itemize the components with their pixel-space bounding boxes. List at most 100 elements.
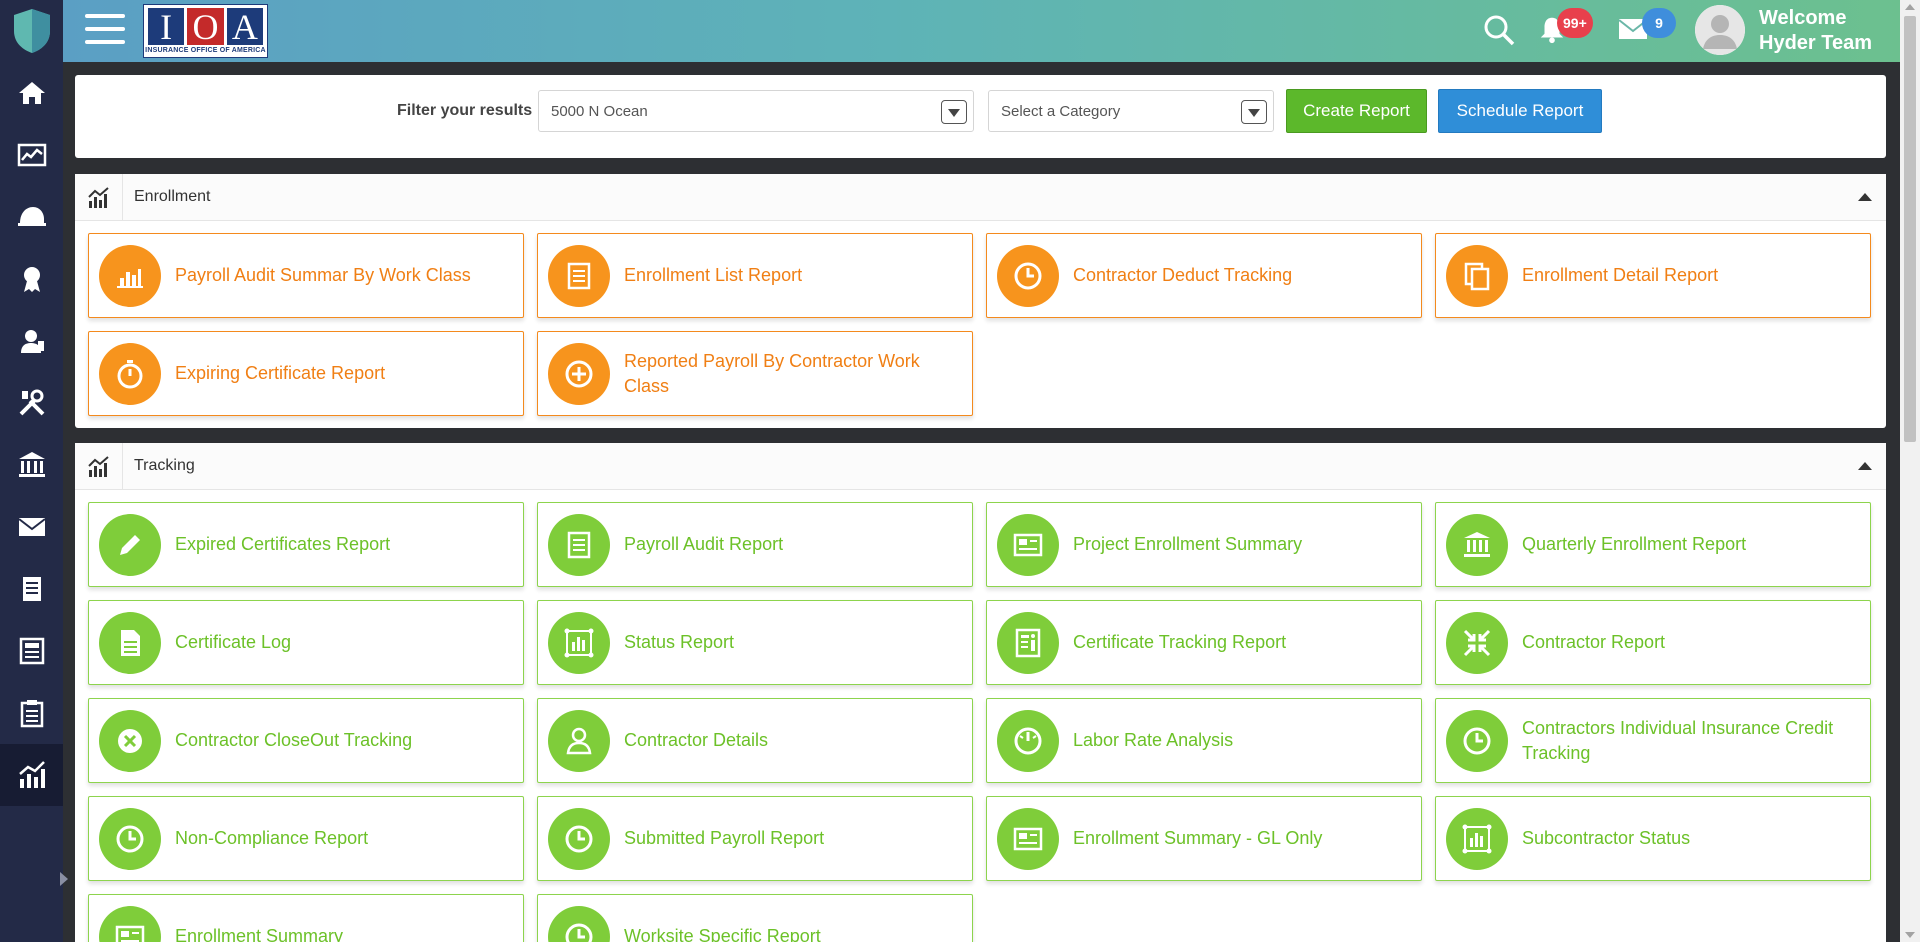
- report-card-label: Contractor Deduct Tracking: [1073, 265, 1293, 285]
- report-card[interactable]: Reported Payroll By Contractor Work Clas…: [537, 331, 973, 416]
- bank-icon: [18, 452, 45, 477]
- shield-logo-icon[interactable]: [0, 0, 63, 62]
- newspaper-icon: [115, 925, 145, 942]
- report-card[interactable]: Worksite Specific Report: [537, 894, 973, 942]
- newspaper-icon: [1013, 827, 1043, 851]
- report-card[interactable]: Project Enrollment Summary: [986, 502, 1422, 587]
- clock-icon: [565, 825, 593, 853]
- user-name: Hyder Team: [1759, 32, 1873, 54]
- report-card-label: Contractor Details: [624, 730, 769, 750]
- dashboard-icon: [17, 143, 46, 167]
- helmet-icon: [17, 207, 46, 226]
- report-card[interactable]: Enrollment Summary - GL Only: [986, 796, 1422, 881]
- report-card[interactable]: Expired Certificates Report: [88, 502, 524, 587]
- report-card[interactable]: Enrollment List Report: [537, 233, 973, 318]
- sidebar-item-dashboard[interactable]: [0, 124, 63, 186]
- report-card[interactable]: Enrollment Detail Report: [1435, 233, 1871, 318]
- report-card-label: Status Report: [624, 632, 735, 652]
- chevron-down-icon[interactable]: [941, 100, 967, 124]
- report-card-label: Project Enrollment Summary: [1073, 534, 1303, 554]
- report-card[interactable]: Certificate Log: [88, 600, 524, 685]
- schedule-report-button[interactable]: Schedule Report: [1438, 89, 1602, 133]
- chart-icon: [18, 761, 45, 788]
- report-card[interactable]: Contractor Report: [1435, 600, 1871, 685]
- welcome-text[interactable]: Welcome Hyder Team: [1759, 6, 1872, 56]
- section-title: Enrollment: [134, 188, 211, 205]
- hamburger-bar: [85, 27, 125, 31]
- filter-panel: Filter your results 5000 N Ocean Select …: [75, 75, 1886, 158]
- compress-icon: [1463, 629, 1491, 657]
- sidebar: [0, 0, 68, 942]
- bank-icon: [1464, 532, 1490, 557]
- report-card[interactable]: Contractor Deduct Tracking: [986, 233, 1422, 318]
- report-card[interactable]: Subcontractor Status: [1435, 796, 1871, 881]
- newspaper-icon: [1013, 533, 1043, 557]
- clipboard-icon: [20, 700, 43, 728]
- project-select[interactable]: 5000 N Ocean: [538, 90, 974, 132]
- create-report-button[interactable]: Create Report: [1286, 89, 1427, 133]
- report-card[interactable]: Submitted Payroll Report: [537, 796, 973, 881]
- search-icon[interactable]: [1481, 12, 1517, 48]
- report-card-label: Enrollment Summary: [175, 926, 344, 942]
- hamburger-bar: [85, 14, 125, 18]
- sidebar-item-workers[interactable]: [0, 310, 63, 372]
- tracking-section-header[interactable]: Tracking: [75, 443, 1886, 490]
- report-card-label: Worksite Specific Report: [624, 926, 821, 942]
- sidebar-item-mail[interactable]: [0, 496, 63, 558]
- hamburger-bar: [85, 40, 125, 44]
- sidebar-item-bank[interactable]: [0, 434, 63, 496]
- section-chart-icon: [75, 174, 123, 221]
- report-card[interactable]: Payroll Audit Report: [537, 502, 973, 587]
- report-card[interactable]: Non-Compliance Report: [88, 796, 524, 881]
- bar-chart-icon: [117, 269, 143, 288]
- list-icon: [567, 262, 591, 290]
- sidebar-expand-icon[interactable]: [60, 872, 68, 886]
- report-card[interactable]: Enrollment Summary: [88, 894, 524, 942]
- sidebar-item-tools[interactable]: [0, 372, 63, 434]
- award-icon: [23, 267, 40, 292]
- enrollment-section-header[interactable]: Enrollment: [75, 174, 1886, 221]
- report-card-label: Quarterly Enrollment Report: [1522, 534, 1747, 554]
- category-select[interactable]: Select a Category: [988, 90, 1274, 132]
- report-card[interactable]: Contractor CloseOut Tracking: [88, 698, 524, 783]
- report-card[interactable]: Status Report: [537, 600, 973, 685]
- collapse-icon[interactable]: [1858, 193, 1872, 201]
- clock-icon: [565, 923, 593, 942]
- report-card-label: Expiring Certificate Report: [175, 363, 386, 383]
- report-card-label: Certificate Tracking Report: [1073, 632, 1287, 652]
- report-card-label: Enrollment Summary - GL Only: [1073, 828, 1323, 848]
- chevron-down-icon[interactable]: [1241, 100, 1267, 124]
- mail-icon: [17, 518, 46, 536]
- sidebar-item-helmet[interactable]: [0, 186, 63, 248]
- chart-frame-icon: [1462, 824, 1492, 854]
- collapse-icon[interactable]: [1858, 462, 1872, 470]
- report-card[interactable]: Certificate Tracking Report: [986, 600, 1422, 685]
- sidebar-item-document[interactable]: [0, 558, 63, 620]
- report-card[interactable]: Expiring Certificate Report: [88, 331, 524, 416]
- clock-icon: [1463, 727, 1491, 755]
- page-scrollbar[interactable]: [1900, 0, 1920, 942]
- scroll-down-icon[interactable]: [1905, 932, 1915, 938]
- section-chart-icon: [75, 443, 123, 490]
- tracking-section: Tracking Expired Certificates Report Pay…: [75, 443, 1886, 942]
- report-card[interactable]: Labor Rate Analysis: [986, 698, 1422, 783]
- report-card[interactable]: Contractor Details: [537, 698, 973, 783]
- sidebar-item-clipboard[interactable]: [0, 682, 63, 744]
- report-card[interactable]: Quarterly Enrollment Report: [1435, 502, 1871, 587]
- plus-circle-icon: [565, 360, 593, 388]
- scroll-up-icon[interactable]: [1905, 4, 1915, 10]
- report-card-label: Contractor CloseOut Tracking: [175, 730, 413, 750]
- company-logo[interactable]: I O A INSURANCE OFFICE OF AMERICA: [143, 4, 268, 58]
- avatar[interactable]: [1695, 5, 1745, 55]
- menu-toggle-button[interactable]: [85, 14, 125, 48]
- newspaper-icon: [19, 637, 44, 665]
- sidebar-item-news[interactable]: [0, 620, 63, 682]
- report-card[interactable]: Payroll Audit Summar By Work Class: [88, 233, 524, 318]
- report-card[interactable]: Contractors Individual Insurance Credit …: [1435, 698, 1871, 783]
- sidebar-item-home[interactable]: [0, 62, 63, 124]
- sidebar-item-reports[interactable]: [0, 744, 63, 806]
- scrollbar-thumb[interactable]: [1904, 16, 1916, 442]
- sidebar-item-award[interactable]: [0, 248, 63, 310]
- gauge-icon: [1014, 727, 1042, 755]
- pencil-icon: [120, 535, 140, 555]
